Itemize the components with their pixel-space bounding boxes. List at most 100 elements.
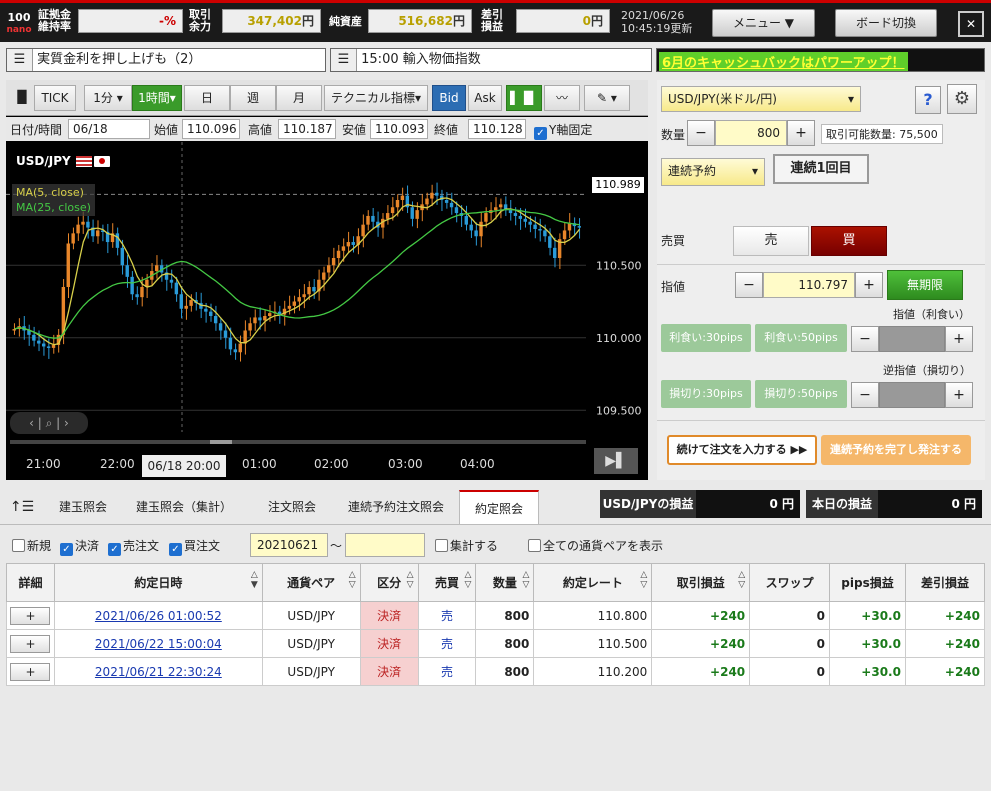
zoom-icon[interactable]: ⌕ [46, 416, 53, 430]
scrollbar-thumb[interactable] [210, 440, 232, 444]
tick-button[interactable]: TICK [34, 85, 76, 111]
sort-icon[interactable]: △ ▽ [522, 570, 529, 590]
promo-link[interactable]: 6月のキャッシュバックはパワーアップ！ [659, 52, 908, 71]
tp30-button[interactable]: 利食い:30pips [661, 324, 751, 352]
pair-select[interactable]: USD/JPY(米ドル/円) ▾ [661, 86, 861, 112]
candle [336, 250, 341, 258]
exec-time-link[interactable]: 2021/06/22 15:00:04 [53, 629, 263, 658]
filter-buy[interactable]: ✓ 買注文 [169, 537, 220, 556]
date-to-input[interactable] [345, 533, 425, 557]
candle-type-icon[interactable]: ▐▌ [10, 85, 34, 111]
line-chart-button[interactable]: 〰 [544, 85, 580, 111]
exec-time-link[interactable]: 2021/06/21 22:30:24 [53, 657, 263, 686]
col-side[interactable]: 売買 △ ▽ [417, 563, 477, 602]
sort-icon[interactable]: △ ▽ [738, 570, 745, 590]
hour1-button[interactable]: 1時間▾ [132, 85, 182, 111]
sell-button[interactable]: 売 [733, 226, 809, 256]
candle [287, 305, 292, 309]
expand-button[interactable]: + [10, 606, 51, 625]
side-cell: 売 [417, 601, 477, 630]
menu-button[interactable]: メニュー ▼ [712, 9, 815, 37]
price-plus-button[interactable]: + [855, 272, 883, 298]
board-switch-button[interactable]: ボード切換 [835, 9, 937, 37]
min1-button[interactable]: 1分 ▾ [84, 85, 132, 111]
news-ticker-1[interactable]: ☰ 実質金利を押し上げも（2） [6, 48, 326, 72]
sort-icon[interactable]: △ ▽ [640, 570, 647, 590]
low-label: 安値 [342, 123, 367, 137]
chevron-left-icon[interactable]: ‹ [29, 416, 34, 430]
submit-continuous-button[interactable]: 連続予約を完了し発注する [821, 435, 971, 465]
unlimited-button[interactable]: 無期限 [887, 270, 963, 300]
fix-y-checkbox[interactable]: ✓ Y軸固定 [534, 121, 592, 140]
expand-button[interactable]: + [10, 634, 51, 653]
y-tick-label: 110.000 [596, 332, 642, 345]
checkbox-checked-icon: ✓ [60, 543, 73, 556]
tab-continuous-orders[interactable]: 連続予約注文照会 [336, 490, 456, 524]
expand-button[interactable]: + [10, 662, 51, 681]
candle-chart-button[interactable]: ▌▐▌ [506, 85, 542, 111]
sort-icon[interactable]: △ ▽ [465, 570, 472, 590]
week-button[interactable]: 週 [230, 85, 276, 111]
exec-time-link[interactable]: 2021/06/26 01:00:52 [53, 601, 263, 630]
chart-scrollbar[interactable] [10, 440, 586, 444]
sl30-button[interactable]: 損切り:30pips [661, 380, 751, 408]
tp-minus-button[interactable]: − [851, 326, 879, 352]
continuous-select[interactable]: 連続予約 ▾ [661, 158, 765, 186]
bid-button[interactable]: Bid [432, 85, 466, 111]
sl-input[interactable] [879, 382, 945, 408]
date-from-input[interactable]: 20210621 [250, 533, 328, 557]
col-rate[interactable]: 約定レート △ ▽ [533, 563, 653, 602]
qty-input[interactable]: 800 [715, 120, 787, 146]
sl50-button[interactable]: 損切り:50pips [755, 380, 847, 408]
col-exec-time[interactable]: 約定日時 △ ▼ [53, 563, 263, 602]
filter-new[interactable]: 新規 [12, 537, 51, 554]
qty-plus-button[interactable]: + [787, 120, 815, 146]
price-minus-button[interactable]: − [735, 272, 763, 298]
col-swap: スワップ [749, 563, 831, 602]
month-button[interactable]: 月 [276, 85, 322, 111]
settings-button[interactable]: ⚙ [947, 84, 977, 114]
tp-plus-button[interactable]: + [945, 326, 973, 352]
close-button[interactable]: ✕ [958, 11, 984, 37]
filter-sell[interactable]: ✓ 売注文 [108, 537, 159, 556]
tab-orders[interactable]: 注文照会 [252, 490, 332, 524]
filter-aggregate[interactable]: 集計する [435, 537, 498, 554]
draw-tool-button[interactable]: ✎ ▾ [584, 85, 630, 111]
continue-order-button[interactable]: 続けて注文を入力する ▶▶ [667, 435, 817, 465]
sl-minus-button[interactable]: − [851, 382, 879, 408]
tab-positions[interactable]: 建玉照会 [46, 490, 120, 524]
help-button[interactable]: ? [915, 86, 941, 114]
tab-positions-summary[interactable]: 建玉照会（集計） [128, 490, 240, 524]
net-assets-label: 純資産 [329, 15, 362, 28]
tp50-button[interactable]: 利食い:50pips [755, 324, 847, 352]
sort-icon[interactable]: △ ▽ [407, 570, 414, 590]
day-button[interactable]: 日 [184, 85, 230, 111]
tp-input[interactable] [879, 326, 945, 352]
tab-executions[interactable]: 約定照会 [459, 490, 539, 524]
col-pips-pnl: pips損益 [829, 563, 906, 602]
sort-list-icon[interactable]: ↑☰ [4, 490, 40, 524]
col-type[interactable]: 区分 △ ▽ [359, 563, 419, 602]
latest-button[interactable]: ▶▌ [594, 448, 638, 474]
chart-plot[interactable]: 110.500 110.000 109.500 21:00 22:00 01:00 02:0… [6, 142, 648, 480]
technical-dropdown[interactable]: テクニカル指標▾ [324, 85, 428, 111]
col-pair[interactable]: 通貨ペア △ ▽ [261, 563, 361, 602]
qty-minus-button[interactable]: − [687, 120, 715, 146]
news-ticker-2[interactable]: ☰ 15:00 輸入物価指数 [330, 48, 652, 72]
price-input[interactable]: 110.797 [763, 272, 855, 298]
promo-banner[interactable]: 6月のキャッシュバックはパワーアップ！ [656, 48, 985, 72]
col-qty[interactable]: 数量 △ ▽ [475, 563, 535, 602]
candle [449, 202, 454, 208]
ma25-legend: MA(25, close) [16, 201, 91, 214]
net-pnl-cell: +240 [904, 629, 986, 658]
sort-icon[interactable]: △ ▼ [251, 570, 258, 590]
sort-icon[interactable]: △ ▽ [349, 570, 356, 590]
sl-plus-button[interactable]: + [945, 382, 973, 408]
chart-nav-controls[interactable]: ‹ | ⌕ | › [10, 412, 88, 434]
chevron-right-icon[interactable]: › [64, 416, 69, 430]
col-trade-pnl[interactable]: 取引損益 △ ▽ [651, 563, 751, 602]
filter-close[interactable]: ✓ 決済 [60, 537, 99, 556]
ask-button[interactable]: Ask [468, 85, 502, 111]
buy-button[interactable]: 買 [811, 226, 887, 256]
filter-all-pairs[interactable]: 全ての通貨ペアを表示 [528, 537, 663, 554]
